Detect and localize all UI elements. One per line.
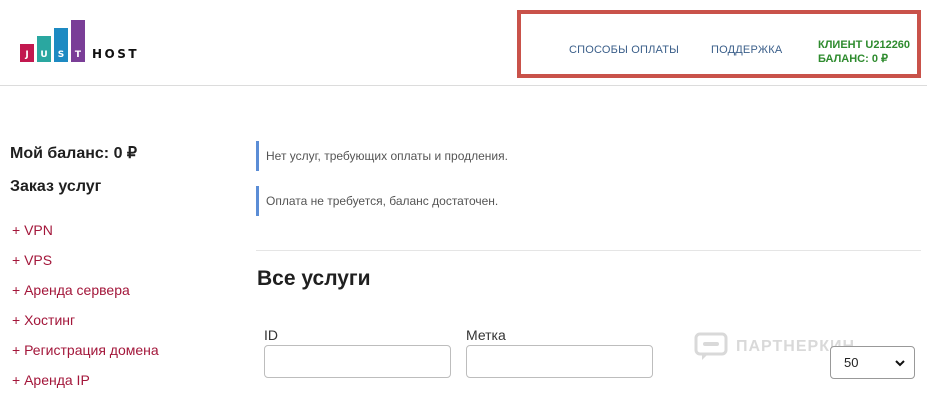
all-services-title: Все услуги <box>257 267 371 290</box>
sidebar-item-server-rent[interactable]: + Аренда сервера <box>12 282 130 298</box>
tag-filter-input[interactable] <box>466 345 653 378</box>
sidebar-item-ip-rent[interactable]: + Аренда IP <box>12 372 90 388</box>
nav-payment-methods[interactable]: СПОСОБЫ ОПЛАТЫ <box>569 44 679 56</box>
tag-filter-label: Метка <box>466 327 506 343</box>
section-divider <box>256 250 921 251</box>
justhost-logo[interactable]: J U S T HOST <box>20 17 160 62</box>
logo-letter: J <box>25 50 29 60</box>
id-filter-label: ID <box>264 327 278 343</box>
sidebar-item-vpn[interactable]: + VPN <box>12 222 53 238</box>
my-balance: Мой баланс: 0 ₽ <box>10 145 138 162</box>
logo-host-text: HOST <box>92 47 140 61</box>
chevron-down-icon <box>895 360 905 367</box>
logo-letter: T <box>74 50 82 60</box>
sidebar-item-vps[interactable]: + VPS <box>12 252 52 268</box>
nav-support[interactable]: ПОДДЕРЖКА <box>711 44 782 56</box>
client-info[interactable]: КЛИЕНТ U212260 БАЛАНС: 0 ₽ <box>818 38 910 66</box>
client-balance: БАЛАНС: 0 ₽ <box>818 53 889 65</box>
notice-no-services-due: Нет услуг, требующих оплаты и продления. <box>256 141 916 171</box>
site-header: J U S T HOST СПОСОБЫ ОПЛАТЫ ПОДДЕРЖКА КЛ… <box>0 0 927 86</box>
logo-letter: U <box>40 50 48 60</box>
chat-bubble-icon <box>694 332 728 360</box>
per-page-value: 50 <box>844 355 859 370</box>
order-services-heading: Заказ услуг <box>10 178 102 195</box>
logo-letter: S <box>57 50 65 60</box>
notice-no-payment-required: Оплата не требуется, баланс достаточен. <box>256 186 916 216</box>
per-page-select[interactable]: 50 <box>830 346 915 379</box>
client-id: КЛИЕНТ U212260 <box>818 39 911 51</box>
sidebar-item-hosting[interactable]: + Хостинг <box>12 312 75 328</box>
sidebar-item-domain-registration[interactable]: + Регистрация домена <box>12 342 159 358</box>
id-filter-input[interactable] <box>264 345 451 378</box>
